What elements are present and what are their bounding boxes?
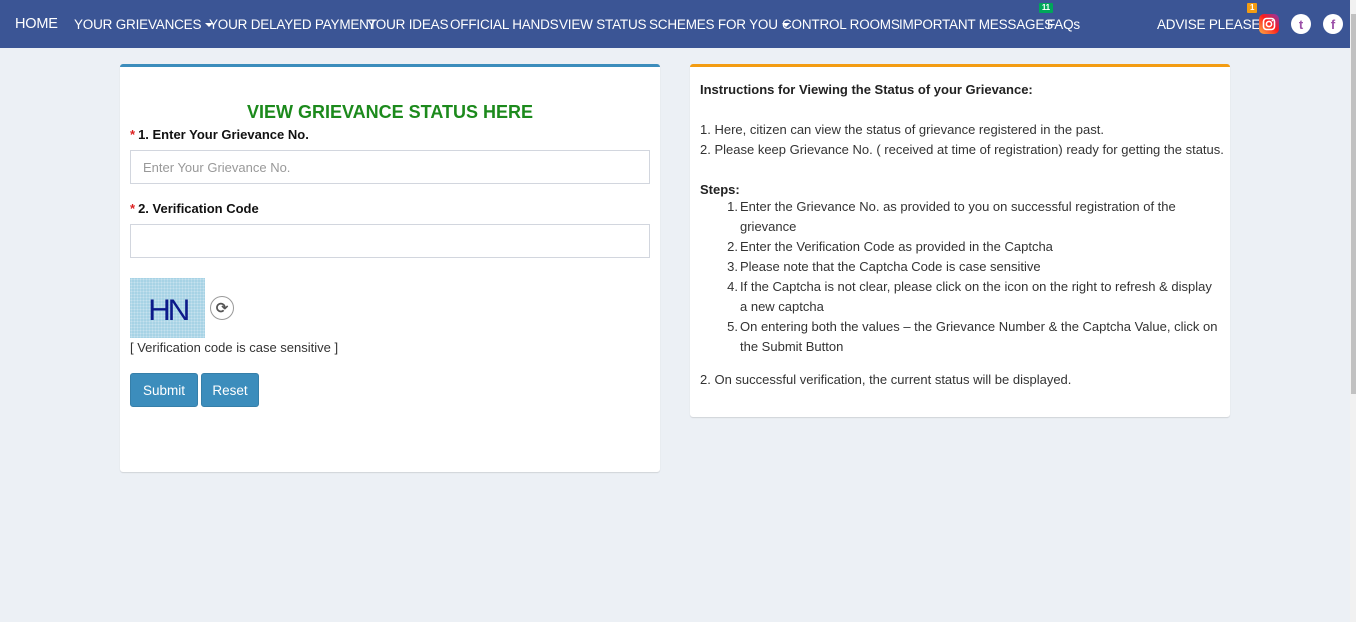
grievance-status-form-card: VIEW GRIEVANCE STATUS HERE * 1. Enter You… [120, 64, 660, 472]
step-number: 3. [727, 259, 738, 274]
nav-your-grievances[interactable]: YOUR GRIEVANCES [74, 16, 214, 32]
nav-official-hands[interactable]: OFFICIAL HANDS [450, 17, 559, 32]
grievance-number-input[interactable] [130, 150, 650, 184]
required-mark: * [130, 201, 136, 216]
instructions-title: Instructions for Viewing the Status of y… [700, 82, 1033, 97]
instructions-card: Instructions for Viewing the Status of y… [690, 64, 1230, 417]
reset-button[interactable]: Reset [201, 373, 259, 407]
nav-important-messages[interactable]: IMPORTANT MESSAGES 11 [899, 2, 1053, 32]
step-item: 4. If the Captcha is not clear, please cl… [727, 277, 1220, 317]
case-sensitive-hint: [ Verification code is case sensitive ] [130, 340, 339, 355]
nav-schemes-label: SCHEMES FOR YOU [649, 16, 778, 32]
required-mark: * [130, 127, 136, 142]
nav-important-messages-label: IMPORTANT MESSAGES [899, 16, 1053, 32]
facebook-link[interactable]: f [1323, 14, 1343, 34]
grievance-number-label-text: 1. Enter Your Grievance No. [138, 127, 309, 142]
step-item: 5. On entering both the values – the Grie… [727, 317, 1220, 357]
step-number: 4. [727, 279, 738, 294]
twitter-icon: t [1298, 16, 1304, 32]
nav-your-grievances-label: YOUR GRIEVANCES [74, 16, 202, 32]
nav-advise-please[interactable]: ADVISE PLEASE 1 [1157, 2, 1261, 32]
nav-control-rooms[interactable]: CONTROL ROOMS [782, 17, 900, 32]
scrollbar-thumb[interactable] [1351, 14, 1356, 394]
step-number: 2. [727, 239, 738, 254]
final-instruction-point: 2. On successful verification, the curre… [700, 372, 1072, 387]
top-navbar: HOME YOUR GRIEVANCES YOUR DELAYED PAYMEN… [0, 0, 1350, 48]
instagram-icon [1262, 17, 1276, 31]
steps-list: 1. Enter the Grievance No. as provided to… [727, 197, 1220, 357]
verification-code-label: * 2. Verification Code [130, 201, 259, 216]
messages-count-badge: 11 [1038, 2, 1053, 13]
step-text: Enter the Grievance No. as provided to y… [740, 199, 1176, 234]
grievance-number-label: * 1. Enter Your Grievance No. [130, 127, 309, 142]
verification-code-label-text: 2. Verification Code [138, 201, 259, 216]
nav-schemes-for-you[interactable]: SCHEMES FOR YOU [649, 17, 790, 32]
submit-button[interactable]: Submit [130, 373, 198, 407]
instagram-link[interactable] [1259, 14, 1279, 34]
nav-faqs[interactable]: FAQs [1047, 17, 1080, 32]
step-text: Enter the Verification Code as provided … [740, 239, 1053, 254]
page-scrollbar[interactable] [1350, 0, 1356, 622]
step-text: Please note that the Captcha Code is cas… [740, 259, 1041, 274]
facebook-icon: f [1330, 16, 1336, 32]
twitter-link[interactable]: t [1291, 14, 1311, 34]
nav-delayed-payment[interactable]: YOUR DELAYED PAYMENT [209, 17, 377, 32]
refresh-captcha-button[interactable]: ⟳ [210, 296, 234, 320]
step-number: 1. [727, 199, 738, 214]
step-item: 3. Please note that the Captcha Code is c… [727, 257, 1220, 277]
step-item: 1. Enter the Grievance No. as provided to… [727, 197, 1220, 237]
instruction-point: 1. Here, citizen can view the status of … [700, 122, 1104, 137]
verification-code-input[interactable] [130, 224, 650, 258]
step-item: 2. Enter the Verification Code as provide… [727, 237, 1220, 257]
captcha-text: HN [147, 294, 190, 327]
form-title: VIEW GRIEVANCE STATUS HERE [246, 102, 534, 122]
step-text: If the Captcha is not clear, please clic… [740, 279, 1212, 314]
nav-view-status[interactable]: VIEW STATUS [559, 17, 647, 32]
nav-advise-please-label: ADVISE PLEASE [1157, 16, 1261, 32]
advise-count-badge: 1 [1246, 2, 1258, 13]
nav-home[interactable]: HOME [15, 16, 58, 32]
step-text: On entering both the values – the Grieva… [740, 319, 1218, 354]
refresh-icon: ⟳ [215, 300, 229, 317]
instruction-point: 2. Please keep Grievance No. ( received … [700, 142, 1224, 157]
captcha-image: HN [130, 278, 205, 338]
step-number: 5. [727, 319, 738, 334]
nav-your-ideas[interactable]: YOUR IDEAS [367, 17, 448, 32]
